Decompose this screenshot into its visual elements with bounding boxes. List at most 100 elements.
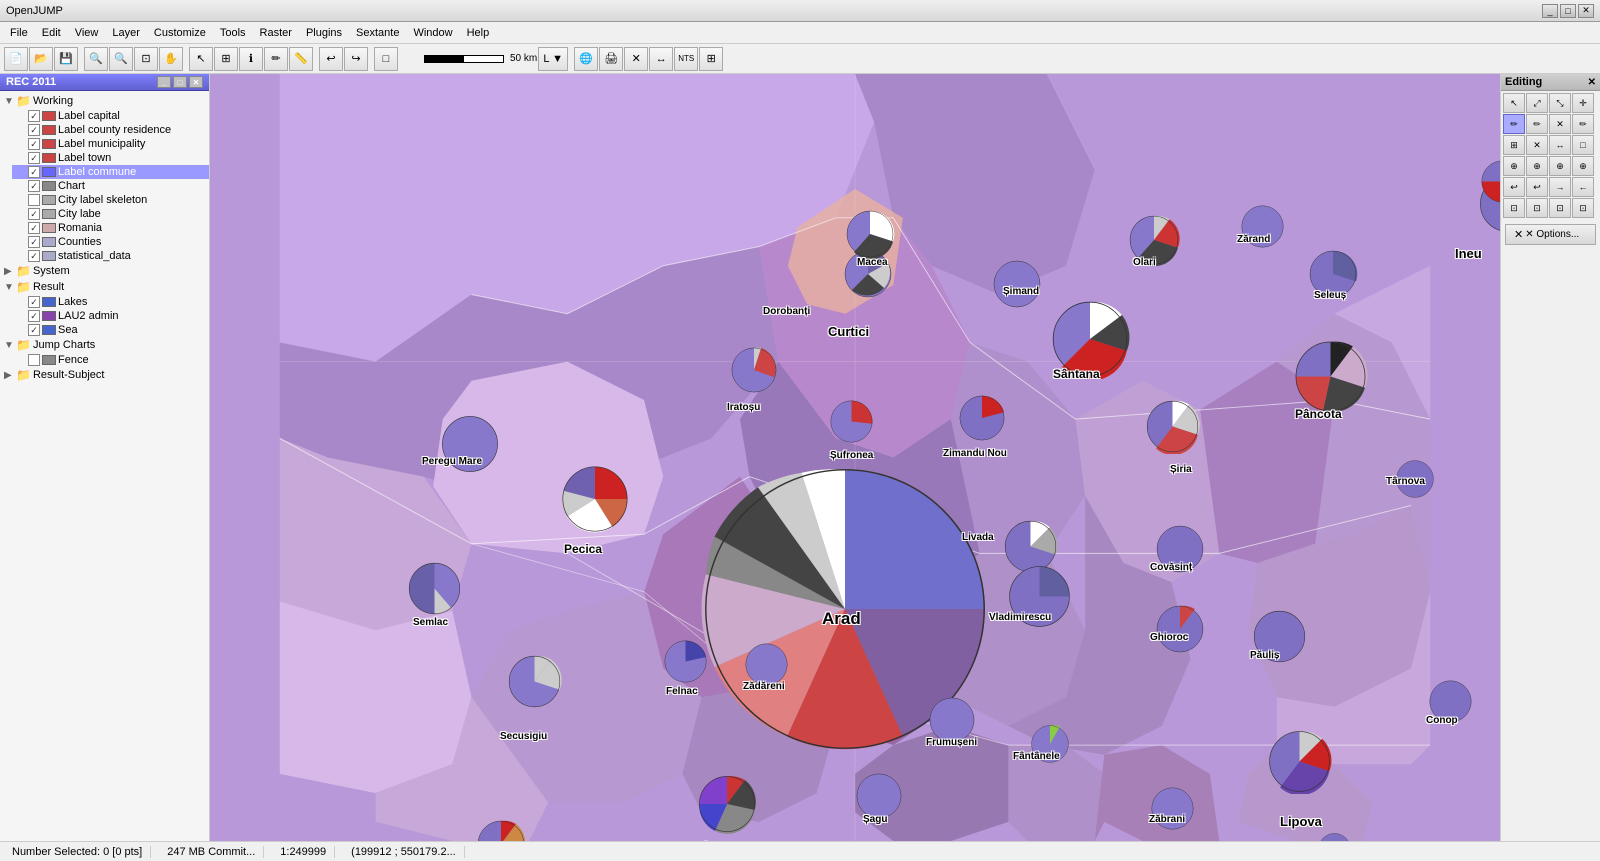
layer-label-county[interactable]: Label county residence [12,123,209,137]
romania-checkbox[interactable] [28,222,40,234]
lakes-checkbox[interactable] [28,296,40,308]
edit-delete[interactable]: ✕ [1549,114,1571,134]
edit-plus1[interactable]: ⊕ [1503,156,1525,176]
minimize-button[interactable]: _ [1542,4,1558,18]
layer-chart[interactable]: Chart [12,179,209,193]
rec-close[interactable]: ✕ [189,76,203,88]
statistical-checkbox[interactable] [28,250,40,262]
close-button[interactable]: ✕ [1578,4,1594,18]
edit-undo2[interactable]: ↩ [1526,177,1548,197]
sea-checkbox[interactable] [28,324,40,336]
layer-city-labe[interactable]: City labe [12,207,209,221]
toolbar-print[interactable]: 🖨 [599,47,623,71]
toolbar-redo[interactable]: ↪ [344,47,368,71]
layer-lakes[interactable]: Lakes [12,295,209,309]
chart-checkbox[interactable] [28,180,40,192]
label-commune-checkbox[interactable] [28,166,40,178]
lau2-checkbox[interactable] [28,310,40,322]
menu-window[interactable]: Window [407,25,458,41]
toolbar-zoom-fit[interactable]: ⊡ [134,47,158,71]
options-button[interactable]: ✕ ✕ Options... [1505,224,1596,245]
layer-label-town[interactable]: Label town [12,151,209,165]
toolbar-pan[interactable]: ✋ [159,47,183,71]
layer-fence[interactable]: Fence [12,353,209,367]
toolbar-info[interactable]: ℹ [239,47,263,71]
city-labe-checkbox[interactable] [28,208,40,220]
result-group[interactable]: ▼ 📁 Result [0,279,209,295]
menu-sextante[interactable]: Sextante [350,25,405,41]
city-skeleton-checkbox[interactable] [28,194,40,206]
toolbar-select2[interactable]: ⊞ [214,47,238,71]
result-subject-group[interactable]: ▶ 📁 Result-Subject [0,367,209,383]
edit-grid4[interactable]: ⊡ [1572,198,1594,218]
edit-undo1[interactable]: ↩ [1503,177,1525,197]
jump-charts-group[interactable]: ▼ 📁 Jump Charts [0,337,209,353]
edit-plus2[interactable]: ⊕ [1526,156,1548,176]
edit-contract[interactable]: ⤡ [1549,93,1571,113]
edit-swap[interactable]: ↔ [1549,135,1571,155]
layer-label-municipality[interactable]: Label municipality [12,137,209,151]
label-capital-checkbox[interactable] [28,110,40,122]
toolbar-open[interactable]: 📂 [29,47,53,71]
working-group[interactable]: ▼ 📁 Working [0,93,209,109]
menu-edit[interactable]: Edit [36,25,67,41]
edit-draw2[interactable]: ✏ [1526,114,1548,134]
menu-file[interactable]: File [4,25,34,41]
layer-romania[interactable]: Romania [12,221,209,235]
layer-lau2[interactable]: LAU2 admin [12,309,209,323]
edit-rect[interactable]: □ [1572,135,1594,155]
edit-pencil[interactable]: ✏ [1572,114,1594,134]
label-town-checkbox[interactable] [28,152,40,164]
toolbar-extra[interactable]: ⊞ [699,47,723,71]
layer-label-commune[interactable]: Label commune [12,165,209,179]
label-county-checkbox[interactable] [28,124,40,136]
rec-maximize[interactable]: □ [173,76,187,88]
layer-counties[interactable]: Counties [12,235,209,249]
toolbar-nts[interactable]: NTS [674,47,698,71]
menu-help[interactable]: Help [461,25,496,41]
rec-minimize[interactable]: _ [157,76,171,88]
toolbar-undo[interactable]: ↩ [319,47,343,71]
menu-customize[interactable]: Customize [148,25,212,41]
toolbar-zoom-in[interactable]: 🔍 [84,47,108,71]
layer-city-skeleton[interactable]: City label skeleton [12,193,209,207]
toolbar-select[interactable]: ↖ [189,47,213,71]
toolbar-edit[interactable]: ✏ [264,47,288,71]
edit-remove[interactable]: ✕ [1526,135,1548,155]
menu-raster[interactable]: Raster [254,25,298,41]
edit-add[interactable]: ⊞ [1503,135,1525,155]
system-group[interactable]: ▶ 📁 System [0,263,209,279]
edit-move[interactable]: ✛ [1572,93,1594,113]
edit-grid3[interactable]: ⊡ [1549,198,1571,218]
toolbar-save[interactable]: 💾 [54,47,78,71]
toolbar-move[interactable]: ↔ [649,47,673,71]
edit-left[interactable]: ← [1572,177,1594,197]
edit-arrow[interactable]: ↖ [1503,93,1525,113]
editing-close-btn[interactable]: ✕ [1588,77,1596,88]
edit-plus4[interactable]: ⊕ [1572,156,1594,176]
toolbar-full[interactable]: □ [374,47,398,71]
edit-grid2[interactable]: ⊡ [1526,198,1548,218]
edit-expand[interactable]: ⤢ [1526,93,1548,113]
toolbar-zoom-out[interactable]: 🔍 [109,47,133,71]
layer-statistical[interactable]: statistical_data [12,249,209,263]
toolbar-edit2[interactable]: ✕ [624,47,648,71]
toolbar-scale-btn[interactable]: L ▼ [538,47,568,71]
menu-tools[interactable]: Tools [214,25,252,41]
label-municipality-checkbox[interactable] [28,138,40,150]
maximize-button[interactable]: □ [1560,4,1576,18]
toolbar-globe[interactable]: 🌐 [574,47,598,71]
edit-draw[interactable]: ✏ [1503,114,1525,134]
layer-label-capital[interactable]: Label capital [12,109,209,123]
toolbar-new[interactable]: 📄 [4,47,28,71]
counties-checkbox[interactable] [28,236,40,248]
layer-sea[interactable]: Sea [12,323,209,337]
fence-checkbox[interactable] [28,354,40,366]
edit-grid1[interactable]: ⊡ [1503,198,1525,218]
menu-plugins[interactable]: Plugins [300,25,348,41]
toolbar-measure[interactable]: 📏 [289,47,313,71]
edit-plus3[interactable]: ⊕ [1549,156,1571,176]
edit-right[interactable]: → [1549,177,1571,197]
map-area[interactable]: Curtici Arad Pecica Sântana Pâncota Ineu… [210,74,1500,841]
menu-view[interactable]: View [69,25,105,41]
